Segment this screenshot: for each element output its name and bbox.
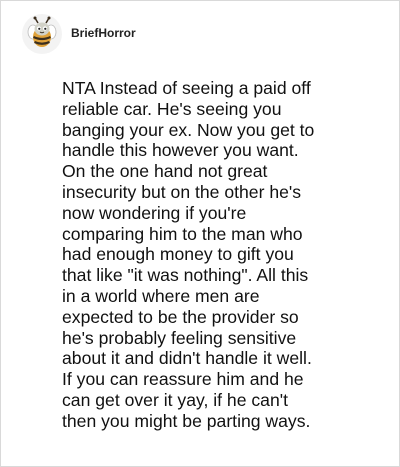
comment-line: expected to be the provider so bbox=[62, 306, 299, 327]
comment-header: BriefHorror bbox=[22, 14, 136, 54]
comment-line: had enough money to gift you bbox=[62, 244, 294, 265]
comment-line: about it and didn't handle it well. bbox=[62, 348, 312, 369]
comment-line: insecurity but on the other he's bbox=[62, 181, 302, 202]
comment-line: On the one hand not great bbox=[62, 161, 268, 182]
comment-line: If you can reassure him and he bbox=[62, 369, 304, 390]
comment-line: that like "it was nothing". All this bbox=[62, 265, 309, 286]
comment-line: NTA Instead of seeing a paid off bbox=[62, 78, 311, 98]
comment-line: handle this however you want. bbox=[62, 140, 299, 161]
comment-line: then you might be parting ways. bbox=[62, 410, 311, 431]
comment-line: reliable car. He's seeing you bbox=[62, 98, 282, 119]
comment-line: in a world where men are bbox=[62, 285, 260, 306]
bee-mascot-icon[interactable] bbox=[22, 14, 62, 54]
comment-line: banging your ex. Now you get to bbox=[62, 119, 315, 140]
comment-card: BriefHorror NTA Instead of seeing a paid… bbox=[0, 0, 400, 467]
comment-line: now wondering if you're bbox=[62, 202, 247, 223]
comment-line: can get over it yay, if he can't bbox=[62, 389, 289, 410]
comment-line: he's probably feeling sensitive bbox=[62, 327, 297, 348]
comment-line: comparing him to the man who bbox=[62, 223, 303, 244]
comment-body: NTA Instead of seeing a paid off reliable… bbox=[62, 78, 387, 432]
comment-author[interactable]: BriefHorror bbox=[71, 26, 136, 40]
